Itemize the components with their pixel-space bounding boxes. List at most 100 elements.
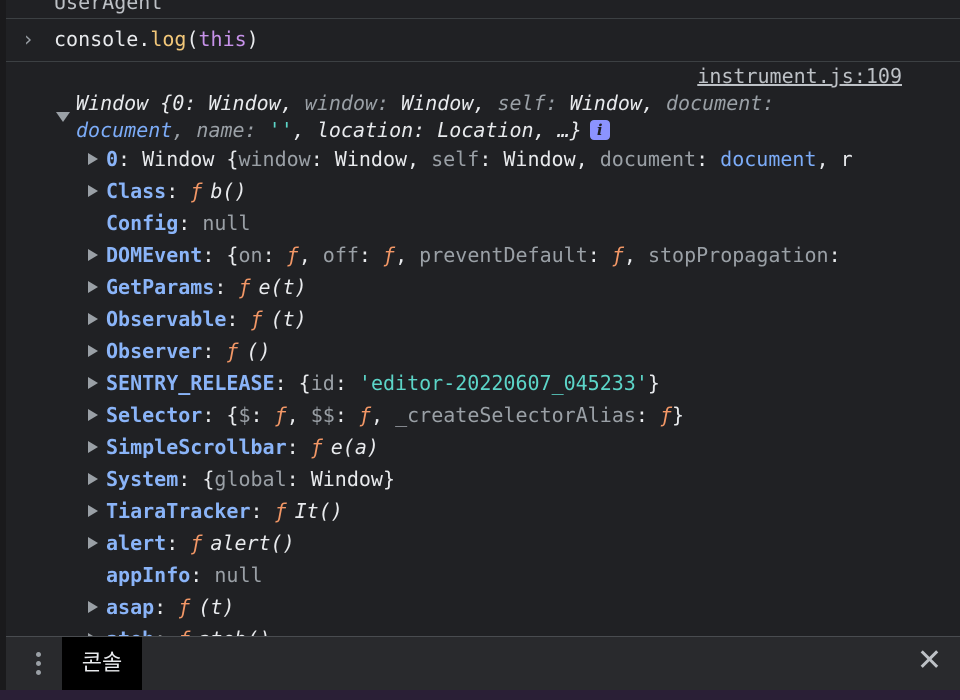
property-row-atob[interactable]: atob: ƒ atob() <box>82 623 952 636</box>
property-row-domevent[interactable]: DOMEvent: {on: ƒ, off: ƒ, preventDefault… <box>82 239 952 271</box>
property-content: GetParams: ƒ e(t) <box>106 271 307 303</box>
property-colon: : <box>190 563 215 587</box>
property-value: null <box>202 211 251 235</box>
expand-triangle-icon[interactable] <box>88 377 98 389</box>
previous-output-line: UserAgent <box>54 0 163 14</box>
property-content: appInfo: null <box>106 559 263 591</box>
property-content: Class: ƒ b() <box>106 175 246 207</box>
property-key: Observable <box>106 307 227 331</box>
property-colon: : <box>202 243 227 267</box>
property-colon: : <box>202 403 227 427</box>
function-signature: (t) <box>270 307 307 331</box>
property-value: {on: ƒ, off: ƒ, preventDefault: ƒ, stopP… <box>226 243 841 267</box>
property-row-system[interactable]: System: {global: Window} <box>82 463 952 495</box>
property-content: asap: ƒ (t) <box>106 591 234 623</box>
property-row-simplescrollbar[interactable]: SimpleScrollbar: ƒ e(a) <box>82 431 952 463</box>
more-options-icon[interactable] <box>36 652 42 679</box>
property-key: TiaraTracker <box>106 499 251 523</box>
console-panel: UserAgent › console.log(this) instrument… <box>6 0 960 636</box>
property-content: System: {global: Window} <box>106 463 395 495</box>
expand-triangle-icon[interactable] <box>88 185 98 197</box>
property-key: System <box>106 467 179 491</box>
expand-triangle-icon[interactable] <box>88 473 98 485</box>
expand-triangle-icon[interactable] <box>88 313 98 325</box>
expand-triangle-icon[interactable] <box>88 537 98 549</box>
property-row-observable[interactable]: Observable: ƒ (t) <box>82 303 952 335</box>
expand-triangle-icon[interactable] <box>88 281 98 293</box>
info-icon[interactable]: i <box>589 120 610 140</box>
expand-triangle-icon[interactable] <box>88 153 98 165</box>
property-row-alert[interactable]: alert: ƒ alert() <box>82 527 952 559</box>
property-row-appinfo: appInfo: null <box>82 559 952 591</box>
property-key: GetParams <box>106 275 215 299</box>
property-content: Config: null <box>106 207 251 239</box>
close-icon[interactable]: ✕ <box>917 643 942 678</box>
property-colon: : <box>274 371 299 395</box>
expand-triangle-icon[interactable] <box>88 409 98 421</box>
property-key: 0 <box>106 147 119 171</box>
property-row-class[interactable]: Class: ƒ b() <box>82 175 952 207</box>
object-summary[interactable]: Window {0: Window, window: Window, self:… <box>76 90 774 144</box>
tab-console[interactable]: 콘솔 <box>62 637 142 691</box>
property-row-observer[interactable]: Observer: ƒ () <box>82 335 952 367</box>
property-content: 0: Window {window: Window, self: Window,… <box>106 143 853 175</box>
expand-triangle-icon[interactable] <box>88 505 98 517</box>
expand-triangle-icon[interactable] <box>88 345 98 357</box>
console-input-row[interactable]: › console.log(this) <box>6 18 960 62</box>
function-glyph: ƒ <box>190 179 203 203</box>
property-colon: : <box>214 275 239 299</box>
bottom-drawer: 콘솔 ✕ <box>6 636 960 691</box>
property-row-sentry-release[interactable]: SENTRY_RELEASE: {id: 'editor-20220607_04… <box>82 367 952 399</box>
function-glyph: ƒ <box>190 531 203 555</box>
window-bottom-edge <box>0 690 960 700</box>
property-row-config: Config: null <box>82 207 952 239</box>
property-key: Observer <box>106 339 203 363</box>
property-row-asap[interactable]: asap: ƒ (t) <box>82 591 952 623</box>
property-content: alert: ƒ alert() <box>106 527 295 559</box>
prompt-chevron-icon: › <box>22 27 35 51</box>
source-link[interactable]: instrument.js:109 <box>697 64 902 88</box>
property-row-getparams[interactable]: GetParams: ƒ e(t) <box>82 271 952 303</box>
property-content: DOMEvent: {on: ƒ, off: ƒ, preventDefault… <box>106 239 841 271</box>
property-content: atob: ƒ atob() <box>106 623 271 636</box>
property-colon: : <box>166 179 191 203</box>
expand-triangle-icon[interactable] <box>88 441 98 453</box>
property-colon: : <box>226 307 251 331</box>
property-colon: : <box>166 531 191 555</box>
function-glyph: ƒ <box>238 275 251 299</box>
property-key: appInfo <box>106 563 191 587</box>
property-row-tiaratracker[interactable]: TiaraTracker: ƒ It() <box>82 495 952 527</box>
property-row-selector[interactable]: Selector: {$: ƒ, $$: ƒ, _createSelectorA… <box>82 399 952 431</box>
property-colon: : <box>178 211 203 235</box>
property-value: null <box>214 563 263 587</box>
function-signature: () <box>246 339 271 363</box>
property-colon: : <box>202 339 227 363</box>
function-glyph: ƒ <box>178 627 190 636</box>
function-signature: e(a) <box>330 435 379 459</box>
function-glyph: ƒ <box>226 339 239 363</box>
property-content: Observer: ƒ () <box>106 335 271 367</box>
expand-triangle-icon[interactable] <box>88 601 98 613</box>
property-key: Class <box>106 179 167 203</box>
property-value: {id: 'editor-20220607_045233'} <box>298 371 660 395</box>
property-content: TiaraTracker: ƒ It() <box>106 495 343 527</box>
console-command[interactable]: console.log(this) <box>54 27 259 51</box>
function-glyph: ƒ <box>178 595 191 619</box>
property-colon: : <box>178 467 203 491</box>
function-glyph: ƒ <box>310 435 323 459</box>
property-key: Selector <box>106 403 203 427</box>
expand-triangle-icon[interactable] <box>88 249 98 261</box>
function-glyph: ƒ <box>274 499 287 523</box>
property-key: alert <box>106 531 167 555</box>
property-colon: : <box>154 627 178 636</box>
property-colon: : <box>250 499 275 523</box>
property-key: SimpleScrollbar <box>106 435 287 459</box>
property-key: asap <box>106 595 155 619</box>
function-glyph: ƒ <box>250 307 263 331</box>
collapse-triangle-icon[interactable] <box>56 112 70 122</box>
property-colon: : <box>154 595 179 619</box>
property-content: Observable: ƒ (t) <box>106 303 307 335</box>
function-signature: b() <box>210 179 247 203</box>
property-key: SENTRY_RELEASE <box>106 371 275 395</box>
property-row-0[interactable]: 0: Window {window: Window, self: Window,… <box>82 143 952 175</box>
